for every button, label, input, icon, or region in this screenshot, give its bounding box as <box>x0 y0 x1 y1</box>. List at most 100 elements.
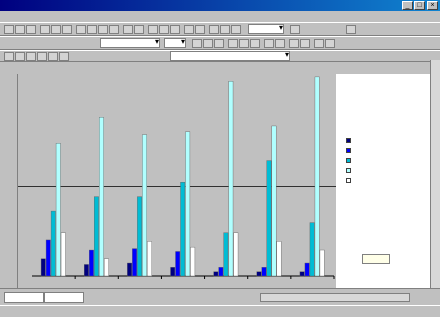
forward-icon[interactable] <box>15 52 25 61</box>
bar <box>104 258 109 277</box>
formatting-toolbar <box>0 36 440 50</box>
bar <box>147 241 152 277</box>
chart-legend[interactable] <box>346 136 430 186</box>
sheet-tab[interactable] <box>4 292 44 303</box>
bar <box>40 258 46 277</box>
bar <box>228 81 234 277</box>
standard-toolbar <box>0 22 440 36</box>
legend-item <box>346 156 430 165</box>
office-assistant-icon[interactable] <box>290 25 300 34</box>
bar <box>276 241 282 277</box>
home-icon[interactable] <box>48 52 58 61</box>
bar <box>213 271 219 277</box>
format-painter-icon[interactable] <box>109 25 119 34</box>
underline-icon[interactable] <box>214 39 224 48</box>
legend-swatch <box>346 158 351 163</box>
preview-icon[interactable] <box>51 25 61 34</box>
bar <box>60 232 66 277</box>
row-header <box>0 74 18 288</box>
bar <box>266 160 272 277</box>
font-color-icon[interactable] <box>346 25 356 34</box>
title-bar: _ □ × <box>0 0 440 11</box>
fill-color-icon[interactable] <box>325 39 335 48</box>
paste-icon[interactable] <box>98 25 108 34</box>
sheet-tab[interactable] <box>44 292 84 303</box>
font-size-select[interactable] <box>164 37 186 48</box>
function-icon[interactable] <box>170 25 180 34</box>
chart <box>18 76 336 279</box>
increase-indent-icon[interactable] <box>300 39 310 48</box>
bar <box>223 232 229 277</box>
zoom-select[interactable] <box>248 23 284 34</box>
hyperlink-icon[interactable] <box>148 25 158 34</box>
bar <box>55 143 61 277</box>
drawing-icon[interactable] <box>231 25 241 34</box>
redo-icon[interactable] <box>134 25 144 34</box>
italic-icon[interactable] <box>203 39 213 48</box>
bar <box>132 248 137 277</box>
spelling-icon[interactable] <box>62 25 72 34</box>
currency-icon[interactable] <box>264 39 274 48</box>
bar <box>190 246 196 277</box>
back-icon[interactable] <box>4 52 14 61</box>
sort-descending-icon[interactable] <box>195 25 205 34</box>
decrease-indent-icon[interactable] <box>289 39 299 48</box>
refresh-icon[interactable] <box>37 52 47 61</box>
legend-item <box>346 166 430 175</box>
bar <box>309 222 315 277</box>
new-icon[interactable] <box>4 25 14 34</box>
vertical-scrollbar[interactable] <box>430 60 440 300</box>
copy-icon[interactable] <box>87 25 97 34</box>
align-center-icon[interactable] <box>239 39 249 48</box>
minimize-button[interactable]: _ <box>402 1 413 10</box>
bar <box>304 262 310 277</box>
bar <box>99 117 104 277</box>
bar <box>89 249 94 277</box>
bar <box>137 196 142 277</box>
bar <box>127 262 132 277</box>
sort-ascending-icon[interactable] <box>184 25 194 34</box>
bar <box>94 196 99 277</box>
chart-wizard-icon[interactable] <box>209 25 219 34</box>
cut-icon[interactable] <box>76 25 86 34</box>
bar <box>185 131 191 277</box>
search-icon[interactable] <box>59 52 69 61</box>
align-right-icon[interactable] <box>250 39 260 48</box>
save-icon[interactable] <box>26 25 36 34</box>
bar <box>261 267 267 277</box>
bar <box>142 134 147 277</box>
bar <box>256 271 262 277</box>
bar <box>218 267 224 277</box>
legend-item <box>346 146 430 155</box>
legend-swatch <box>346 148 351 153</box>
legend-item <box>346 176 430 185</box>
chart-button[interactable] <box>362 254 390 264</box>
stop-icon[interactable] <box>26 52 36 61</box>
bar <box>170 267 176 277</box>
bold-icon[interactable] <box>192 39 202 48</box>
status-bar <box>0 305 440 317</box>
bar <box>299 271 305 277</box>
close-button[interactable]: × <box>427 1 438 10</box>
bar <box>319 249 325 277</box>
borders-icon[interactable] <box>314 39 324 48</box>
chart-plot-area[interactable] <box>18 74 336 288</box>
font-name-select[interactable] <box>100 37 160 48</box>
address-field[interactable] <box>170 50 290 61</box>
maximize-button[interactable]: □ <box>414 1 425 10</box>
align-left-icon[interactable] <box>228 39 238 48</box>
map-icon[interactable] <box>220 25 230 34</box>
autosum-icon[interactable] <box>159 25 169 34</box>
percent-icon[interactable] <box>275 39 285 48</box>
menu-bar <box>0 11 440 22</box>
bar <box>50 210 56 277</box>
undo-icon[interactable] <box>123 25 133 34</box>
bar <box>233 232 239 277</box>
bar <box>180 182 186 277</box>
open-icon[interactable] <box>15 25 25 34</box>
horizontal-scrollbar[interactable] <box>260 293 410 302</box>
bar <box>175 251 181 277</box>
bar <box>314 76 320 277</box>
legend-swatch <box>346 178 351 183</box>
print-icon[interactable] <box>40 25 50 34</box>
